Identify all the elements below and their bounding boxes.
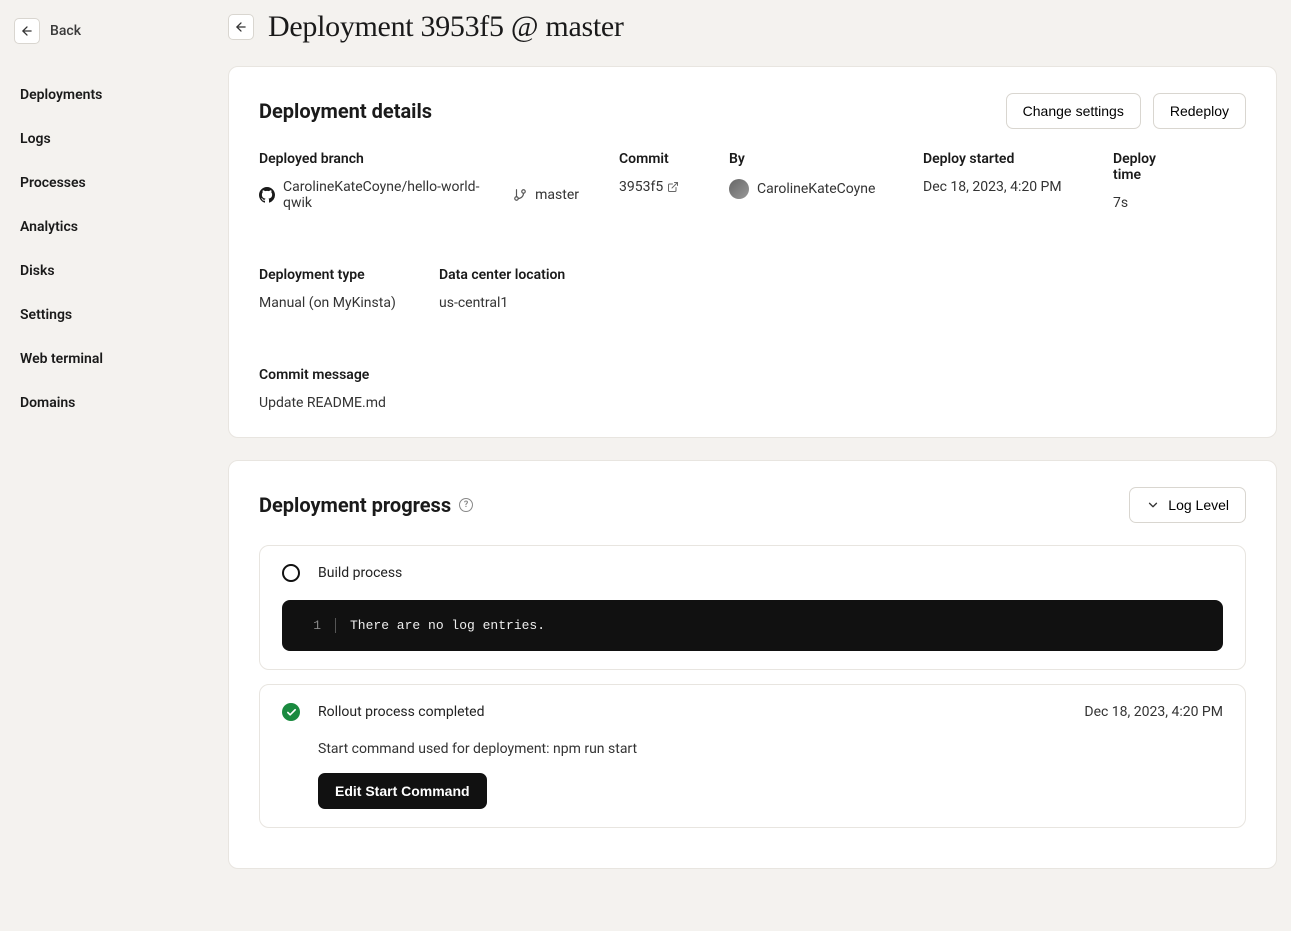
branch-label: Deployed branch (259, 151, 579, 167)
time-value: 7s (1113, 195, 1183, 211)
back-label: Back (50, 23, 81, 39)
type-label: Deployment type (259, 267, 399, 283)
commit-link[interactable]: 3953f5 (619, 179, 689, 195)
dc-label: Data center location (439, 267, 599, 283)
chevron-down-icon (1146, 498, 1160, 512)
by-value: CarolineKateCoyne (729, 179, 883, 199)
arrow-left-icon (20, 24, 34, 38)
rollout-title: Rollout process completed (318, 704, 484, 720)
type-value: Manual (on MyKinsta) (259, 295, 399, 311)
main-content: Deployment 3953f5 @ master Deployment de… (228, 0, 1291, 931)
title-back-button[interactable] (228, 14, 254, 40)
repo-name[interactable]: CarolineKateCoyne/hello-world-qwik (283, 179, 505, 211)
commit-label: Commit (619, 151, 689, 167)
back-button[interactable] (14, 18, 40, 44)
change-settings-button[interactable]: Change settings (1006, 93, 1141, 129)
nav-logs[interactable]: Logs (14, 122, 214, 156)
build-process-item: Build process 1 There are no log entries… (259, 545, 1246, 670)
deployment-progress-card: Deployment progress ? Log Level Build pr… (228, 460, 1277, 869)
details-title: Deployment details (259, 99, 432, 123)
status-empty-icon (282, 564, 300, 582)
external-link-icon (667, 181, 679, 193)
rollout-message: Start command used for deployment: npm r… (318, 741, 1223, 757)
deployment-details-card: Deployment details Change settings Redep… (228, 66, 1277, 438)
github-icon (259, 187, 275, 203)
log-level-button[interactable]: Log Level (1129, 487, 1246, 523)
dc-value: us-central1 (439, 295, 599, 311)
rollout-process-item: Rollout process completed Dec 18, 2023, … (259, 684, 1246, 828)
commit-hash: 3953f5 (619, 179, 663, 195)
git-branch-icon (513, 188, 527, 202)
time-label: Deploy time (1113, 151, 1183, 183)
nav-disks[interactable]: Disks (14, 254, 214, 288)
nav-settings[interactable]: Settings (14, 298, 214, 332)
help-icon[interactable]: ? (459, 498, 473, 512)
log-line-number: 1 (282, 618, 336, 633)
branch-value: CarolineKateCoyne/hello-world-qwik maste… (259, 179, 579, 211)
message-value: Update README.md (259, 395, 1206, 411)
nav-analytics[interactable]: Analytics (14, 210, 214, 244)
message-label: Commit message (259, 367, 1206, 383)
avatar (729, 179, 749, 199)
edit-start-command-button[interactable]: Edit Start Command (318, 773, 487, 809)
status-check-icon (282, 703, 300, 721)
sidebar: Back Deployments Logs Processes Analytic… (0, 0, 228, 931)
nav-deployments[interactable]: Deployments (14, 78, 214, 112)
started-label: Deploy started (923, 151, 1073, 167)
build-title: Build process (318, 565, 402, 581)
redeploy-button[interactable]: Redeploy (1153, 93, 1246, 129)
by-name: CarolineKateCoyne (757, 181, 875, 197)
progress-title: Deployment progress (259, 493, 451, 517)
started-value: Dec 18, 2023, 4:20 PM (923, 179, 1073, 195)
branch-name: master (535, 187, 579, 203)
nav-processes[interactable]: Processes (14, 166, 214, 200)
log-output: 1 There are no log entries. (282, 600, 1223, 651)
nav-domains[interactable]: Domains (14, 386, 214, 420)
log-message: There are no log entries. (336, 618, 545, 633)
nav-web-terminal[interactable]: Web terminal (14, 342, 214, 376)
log-level-label: Log Level (1168, 497, 1229, 513)
arrow-left-icon (234, 20, 248, 34)
by-label: By (729, 151, 883, 167)
sidebar-back-row[interactable]: Back (14, 18, 214, 44)
page-title: Deployment 3953f5 @ master (268, 10, 624, 44)
rollout-time: Dec 18, 2023, 4:20 PM (1084, 704, 1223, 720)
